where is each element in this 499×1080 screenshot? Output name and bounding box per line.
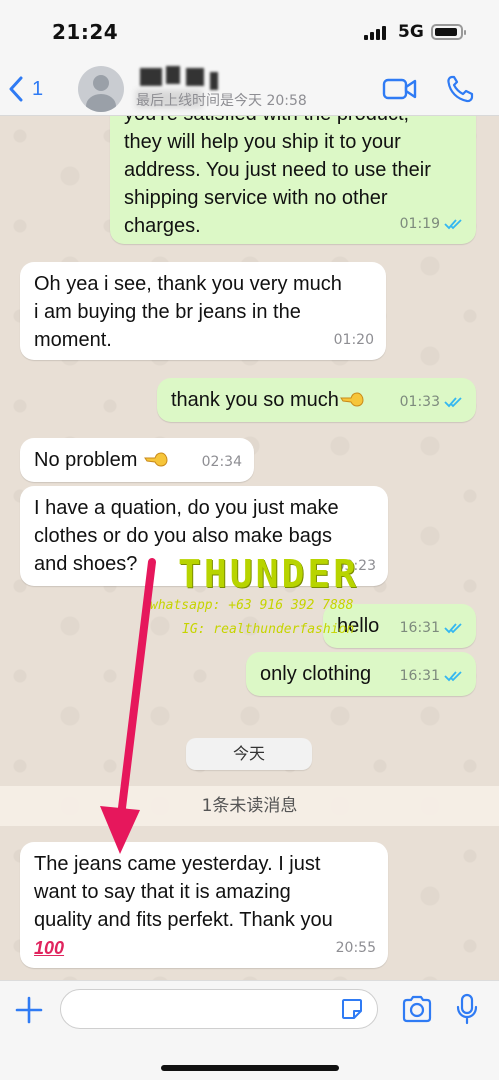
last-seen-status: 最后上线时间是今天 20:58 (136, 93, 307, 109)
message-text-content: No problem (34, 449, 138, 471)
sticker-icon[interactable] (340, 997, 364, 1021)
message-time: 03:23 (335, 558, 376, 574)
chat-area[interactable]: you're satisfied with the product, they … (0, 116, 499, 980)
message-meta: 16:31 (400, 614, 464, 642)
message-text: moment. (34, 329, 112, 351)
message-bubble-outgoing[interactable]: you're satisfied with the product, they … (110, 116, 476, 244)
status-bar: 21:24 5G (0, 0, 499, 62)
message-meta: 03:23 (336, 552, 376, 580)
phone-call-icon[interactable] (446, 74, 474, 104)
chat-header: 1 最后上线时间是今天 20:58 (0, 62, 499, 116)
message-time: 02:34 (201, 454, 242, 470)
plus-icon[interactable] (14, 995, 44, 1025)
message-meta: 01:19 (400, 210, 464, 238)
back-unread-count: 1 (32, 77, 44, 100)
camera-icon[interactable] (401, 995, 433, 1023)
message-time: 16:31 (399, 668, 440, 684)
read-ticks-icon (444, 397, 462, 408)
battery-icon (431, 24, 466, 40)
pointing-hand-emoji-icon (144, 452, 168, 467)
message-meta: 20:55 (336, 934, 376, 962)
message-time: 01:33 (399, 394, 440, 410)
signal-icon (364, 26, 390, 40)
video-call-icon[interactable] (382, 76, 418, 102)
unread-messages-banner: 1条未读消息 (0, 786, 499, 826)
message-text: quality and fits perfekt. Thank you (34, 909, 333, 931)
message-meta: 02:34 (202, 448, 242, 476)
message-text: want to say that it is amazing (34, 881, 291, 903)
message-text: clothes or do you also make bags (34, 525, 332, 547)
message-bubble-outgoing[interactable]: thank you so much 01:33 (157, 378, 476, 422)
message-meta: 01:33 (400, 388, 464, 416)
chevron-left-icon (9, 76, 23, 102)
message-bubble-incoming[interactable]: I have a quation, do you just make cloth… (20, 486, 388, 586)
message-bubble-incoming[interactable]: Oh yea i see, thank you very much i am b… (20, 262, 386, 360)
home-indicator (161, 1065, 339, 1071)
read-ticks-icon (444, 623, 462, 634)
message-text: and shoes? (34, 553, 138, 575)
read-ticks-icon (444, 671, 462, 682)
message-bubble-outgoing[interactable]: only clothing 16:31 (246, 652, 476, 696)
message-text: address. You just need to use their (124, 159, 431, 181)
composer-bar (0, 980, 499, 1080)
pointing-hand-emoji-icon (339, 392, 364, 407)
message-text: you're satisfied with the product, (124, 116, 462, 128)
message-time: 20:55 (335, 940, 376, 956)
read-ticks-icon (444, 219, 462, 230)
back-button[interactable]: 1 (8, 72, 43, 106)
microphone-icon[interactable] (456, 993, 478, 1025)
message-bubble-outgoing[interactable]: hello 16:31 (323, 604, 476, 648)
network-type: 5G (398, 22, 424, 42)
message-text: I have a quation, do you just make (34, 497, 339, 519)
message-text: they will help you ship it to your (124, 131, 401, 153)
message-text: The jeans came yesterday. I just (34, 853, 321, 875)
message-text: Oh yea i see, thank you very much (34, 273, 342, 295)
avatar[interactable] (78, 66, 124, 112)
message-input[interactable] (60, 989, 378, 1029)
hundred-points-emoji-icon: 100 (34, 938, 65, 958)
message-time: 01:20 (333, 332, 374, 348)
message-text-content: thank you so much (171, 389, 339, 411)
date-separator: 今天 (186, 738, 312, 770)
message-text: i am buying the br jeans in the (34, 301, 301, 323)
status-time: 21:24 (52, 20, 119, 44)
message-meta: 01:20 (334, 326, 374, 354)
message-time: 16:31 (399, 620, 440, 636)
message-meta: 16:31 (400, 662, 464, 690)
message-text: shipping service with no other (124, 187, 388, 209)
message-bubble-incoming[interactable]: No problem 02:34 (20, 438, 254, 482)
message-time: 01:19 (399, 216, 440, 232)
contact-name-redacted[interactable] (136, 64, 246, 90)
message-bubble-incoming[interactable]: The jeans came yesterday. I just want to… (20, 842, 388, 968)
